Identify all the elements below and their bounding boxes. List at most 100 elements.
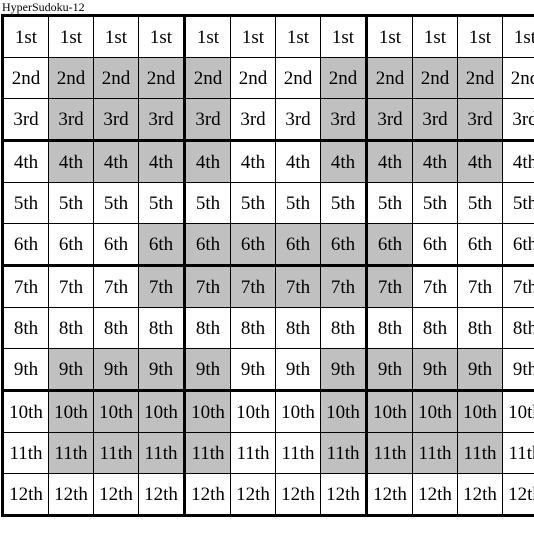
- grid-cell[interactable]: 2nd: [366, 57, 413, 99]
- grid-cell[interactable]: 7th: [2, 265, 49, 308]
- grid-cell[interactable]: 4th: [366, 140, 413, 183]
- grid-cell[interactable]: 12th: [366, 473, 413, 516]
- grid-cell[interactable]: 11th: [320, 432, 368, 474]
- grid-cell[interactable]: 3rd: [366, 98, 413, 142]
- grid-cell[interactable]: 4th: [412, 140, 458, 183]
- grid-cell[interactable]: 1st: [412, 15, 458, 58]
- grid-cell[interactable]: 9th: [275, 348, 321, 392]
- grid-cell[interactable]: 1st: [502, 15, 534, 58]
- grid-cell[interactable]: 8th: [366, 307, 413, 349]
- grid-cell[interactable]: 4th: [320, 140, 368, 183]
- grid-cell[interactable]: 6th: [412, 223, 458, 267]
- grid-cell[interactable]: 9th: [184, 348, 231, 392]
- grid-cell[interactable]: 10th: [230, 390, 276, 433]
- grid-cell[interactable]: 6th: [48, 223, 94, 267]
- grid-cell[interactable]: 5th: [48, 182, 94, 224]
- grid-cell[interactable]: 7th: [412, 265, 458, 308]
- grid-cell[interactable]: 10th: [275, 390, 321, 433]
- grid-cell[interactable]: 10th: [412, 390, 458, 433]
- grid-cell[interactable]: 7th: [230, 265, 276, 308]
- grid-cell[interactable]: 11th: [93, 432, 139, 474]
- grid-cell[interactable]: 12th: [184, 473, 231, 516]
- grid-cell[interactable]: 2nd: [320, 57, 368, 99]
- grid-cell[interactable]: 12th: [48, 473, 94, 516]
- grid-cell[interactable]: 10th: [138, 390, 186, 433]
- grid-cell[interactable]: 7th: [502, 265, 534, 308]
- grid-cell[interactable]: 8th: [138, 307, 186, 349]
- grid-cell[interactable]: 10th: [48, 390, 94, 433]
- grid-cell[interactable]: 1st: [275, 15, 321, 58]
- grid-cell[interactable]: 1st: [320, 15, 368, 58]
- grid-cell[interactable]: 3rd: [275, 98, 321, 142]
- grid-cell[interactable]: 4th: [184, 140, 231, 183]
- grid-cell[interactable]: 1st: [138, 15, 186, 58]
- grid-cell[interactable]: 4th: [230, 140, 276, 183]
- grid-cell[interactable]: 8th: [184, 307, 231, 349]
- grid-cell[interactable]: 9th: [457, 348, 503, 392]
- grid-cell[interactable]: 12th: [412, 473, 458, 516]
- grid-cell[interactable]: 10th: [2, 390, 49, 433]
- grid-cell[interactable]: 2nd: [457, 57, 503, 99]
- grid-cell[interactable]: 4th: [502, 140, 534, 183]
- grid-cell[interactable]: 3rd: [138, 98, 186, 142]
- grid-cell[interactable]: 6th: [366, 223, 413, 267]
- grid-cell[interactable]: 9th: [412, 348, 458, 392]
- grid-cell[interactable]: 11th: [502, 432, 534, 474]
- grid-cell[interactable]: 3rd: [230, 98, 276, 142]
- grid-cell[interactable]: 5th: [93, 182, 139, 224]
- grid-cell[interactable]: 12th: [230, 473, 276, 516]
- grid-cell[interactable]: 5th: [138, 182, 186, 224]
- grid-cell[interactable]: 3rd: [48, 98, 94, 142]
- grid-cell[interactable]: 4th: [275, 140, 321, 183]
- grid-cell[interactable]: 6th: [320, 223, 368, 267]
- grid-cell[interactable]: 1st: [457, 15, 503, 58]
- grid-cell[interactable]: 2nd: [2, 57, 49, 99]
- grid-cell[interactable]: 11th: [275, 432, 321, 474]
- grid-cell[interactable]: 12th: [2, 473, 49, 516]
- grid-cell[interactable]: 12th: [93, 473, 139, 516]
- grid-cell[interactable]: 1st: [230, 15, 276, 58]
- grid-cell[interactable]: 10th: [184, 390, 231, 433]
- grid-cell[interactable]: 2nd: [412, 57, 458, 99]
- grid-cell[interactable]: 8th: [48, 307, 94, 349]
- grid-cell[interactable]: 12th: [275, 473, 321, 516]
- grid-cell[interactable]: 5th: [275, 182, 321, 224]
- grid-cell[interactable]: 11th: [412, 432, 458, 474]
- grid-cell[interactable]: 9th: [2, 348, 49, 392]
- grid-cell[interactable]: 8th: [457, 307, 503, 349]
- grid-cell[interactable]: 2nd: [138, 57, 186, 99]
- grid-cell[interactable]: 2nd: [48, 57, 94, 99]
- grid-cell[interactable]: 9th: [366, 348, 413, 392]
- grid-cell[interactable]: 4th: [93, 140, 139, 183]
- grid-cell[interactable]: 8th: [230, 307, 276, 349]
- grid-cell[interactable]: 3rd: [184, 98, 231, 142]
- grid-cell[interactable]: 11th: [138, 432, 186, 474]
- grid-cell[interactable]: 4th: [138, 140, 186, 183]
- grid-cell[interactable]: 9th: [48, 348, 94, 392]
- grid-cell[interactable]: 11th: [457, 432, 503, 474]
- grid-cell[interactable]: 1st: [48, 15, 94, 58]
- grid-cell[interactable]: 5th: [230, 182, 276, 224]
- grid-cell[interactable]: 1st: [2, 15, 49, 58]
- grid-cell[interactable]: 9th: [230, 348, 276, 392]
- grid-cell[interactable]: 9th: [502, 348, 534, 392]
- grid-cell[interactable]: 4th: [457, 140, 503, 183]
- grid-cell[interactable]: 2nd: [93, 57, 139, 99]
- grid-cell[interactable]: 5th: [366, 182, 413, 224]
- grid-cell[interactable]: 1st: [366, 15, 413, 58]
- grid-cell[interactable]: 7th: [48, 265, 94, 308]
- grid-cell[interactable]: 10th: [366, 390, 413, 433]
- grid-cell[interactable]: 5th: [184, 182, 231, 224]
- grid-cell[interactable]: 3rd: [320, 98, 368, 142]
- grid-cell[interactable]: 5th: [320, 182, 368, 224]
- grid-cell[interactable]: 9th: [93, 348, 139, 392]
- grid-cell[interactable]: 5th: [412, 182, 458, 224]
- grid-cell[interactable]: 12th: [457, 473, 503, 516]
- grid-cell[interactable]: 6th: [275, 223, 321, 267]
- grid-cell[interactable]: 7th: [320, 265, 368, 308]
- grid-cell[interactable]: 6th: [230, 223, 276, 267]
- grid-cell[interactable]: 5th: [457, 182, 503, 224]
- grid-cell[interactable]: 8th: [412, 307, 458, 349]
- grid-cell[interactable]: 8th: [2, 307, 49, 349]
- grid-cell[interactable]: 3rd: [457, 98, 503, 142]
